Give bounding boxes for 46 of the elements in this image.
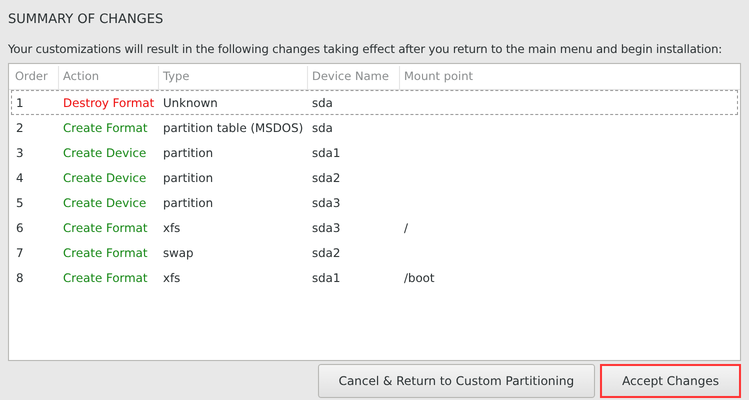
table-cell-text: partition <box>162 146 214 160</box>
table-cell-text: 6 <box>15 220 25 234</box>
table-cell-text: 7 <box>15 246 25 260</box>
table-cell-text: partition table (MSDOS) <box>162 120 304 134</box>
table-row[interactable]: 7 Create Format swap sda2 <box>11 240 738 265</box>
accept-button[interactable]: Accept Changes <box>600 364 741 398</box>
table-cell-text: Create Device <box>62 170 148 184</box>
table-cell-text: partition <box>162 170 214 184</box>
table-row[interactable]: 2 Create Format partition table (MSDOS) sda <box>11 115 738 140</box>
table-cell-text: Create Device <box>62 196 148 210</box>
table-cell-text: 4 <box>15 170 25 184</box>
table-cell-text: Create Format <box>62 120 149 134</box>
table-cell-text: / <box>403 220 409 234</box>
table-row[interactable]: 6 Create Format xfs sda3 / <box>11 215 738 240</box>
table-cell-text: Destroy Format <box>62 96 156 110</box>
table-cell-text: sda <box>311 120 334 134</box>
table-cell-text: xfs <box>162 270 182 284</box>
table-row[interactable]: 3 Create Device partition sda1 <box>11 140 738 165</box>
description-text: Your customizations will result in the following changes taking effect after you return to the main menu and begin installation: <box>8 42 722 56</box>
table-cell-text: swap <box>162 246 195 260</box>
table-cell-text: Unknown <box>162 96 219 110</box>
table-cell-text: 1 <box>15 96 25 110</box>
table-row[interactable]: 5 Create Device partition sda3 <box>11 190 738 215</box>
table-cell-text: sda2 <box>311 170 342 184</box>
table-row[interactable]: 1 Destroy Format Unknown sda <box>11 90 738 115</box>
table-cell-text: Create Format <box>62 270 149 284</box>
cancel-button[interactable]: Cancel & Return to Custom Partitioning <box>318 364 596 398</box>
table-cell-text: Create Format <box>62 246 149 260</box>
table-cell-text: sda2 <box>311 246 342 260</box>
table-cell-text: xfs <box>162 220 182 234</box>
table-cell-text: /boot <box>403 270 436 284</box>
table-cell-text: 2 <box>15 120 25 134</box>
table-cell-text: 5 <box>15 196 25 210</box>
table-cell-text: partition <box>162 196 214 210</box>
table-row[interactable]: 4 Create Device partition sda2 <box>11 165 738 190</box>
table-row[interactable]: 8 Create Format xfs sda1 /boot <box>11 265 738 290</box>
table-cell-text: sda1 <box>311 270 342 284</box>
table-cell-text: sda1 <box>311 146 342 160</box>
table-cell-text: Create Format <box>62 220 149 234</box>
section-title: SUMMARY OF CHANGES <box>8 12 164 27</box>
table-cell-text: Create Device <box>62 146 148 160</box>
table-cell-text: sda <box>311 96 334 110</box>
table-cell-text: sda3 <box>311 220 342 234</box>
table-cell-text: 8 <box>15 270 25 284</box>
table-cell-text: 3 <box>15 146 25 160</box>
table-cell-text: sda3 <box>311 196 342 210</box>
